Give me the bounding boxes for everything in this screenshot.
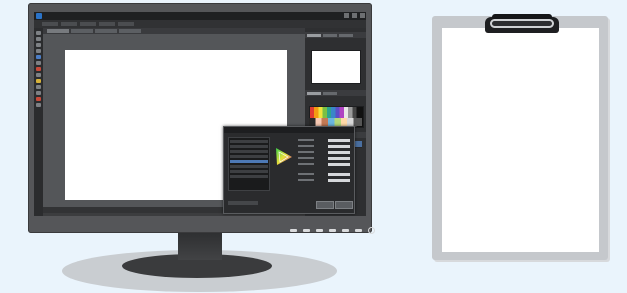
zoom-icon[interactable] <box>36 85 41 89</box>
options-bar <box>34 20 366 28</box>
color-gamut-icon <box>276 148 292 165</box>
field-input[interactable] <box>328 163 350 166</box>
clipboard-paper <box>442 28 599 252</box>
close-icon[interactable] <box>360 13 365 18</box>
field-input[interactable] <box>328 151 350 154</box>
ok-button[interactable] <box>316 201 334 209</box>
field-input[interactable] <box>328 173 350 176</box>
document-tab[interactable] <box>71 29 93 33</box>
field-input[interactable] <box>328 179 350 182</box>
option-control[interactable] <box>42 22 58 26</box>
pen-icon[interactable] <box>36 79 41 83</box>
option-control[interactable] <box>118 22 134 26</box>
settings-field <box>298 157 350 160</box>
marquee-icon[interactable] <box>36 37 41 41</box>
tab-info[interactable] <box>339 33 353 37</box>
list-item[interactable] <box>230 140 268 143</box>
window-controls <box>344 13 365 18</box>
navigator-preview[interactable] <box>311 50 361 84</box>
tab-swatches[interactable] <box>307 91 321 95</box>
list-item[interactable] <box>230 160 268 163</box>
tab-color[interactable] <box>323 91 337 95</box>
list-item[interactable] <box>230 175 268 178</box>
app-menubar <box>34 12 366 20</box>
document-tab[interactable] <box>119 29 141 33</box>
field-input[interactable] <box>328 145 350 148</box>
move-icon[interactable] <box>36 31 41 35</box>
field-input[interactable] <box>328 157 350 160</box>
illustration-scene <box>0 0 627 293</box>
dialog-title <box>224 127 354 133</box>
tab-histogram[interactable] <box>323 33 337 37</box>
text-icon[interactable] <box>36 73 41 77</box>
document-tab[interactable] <box>47 29 69 33</box>
swatches-panel-tabs <box>305 90 366 96</box>
monitor-button[interactable] <box>342 228 349 232</box>
gradient-icon[interactable] <box>36 67 41 71</box>
foreground-color-icon[interactable] <box>36 97 41 101</box>
list-item[interactable] <box>230 155 268 158</box>
settings-field <box>298 145 350 148</box>
settings-field <box>298 139 350 142</box>
field-label <box>298 151 314 153</box>
crop-icon[interactable] <box>36 49 41 53</box>
hand-icon[interactable] <box>36 91 41 95</box>
field-label <box>298 157 314 159</box>
color-swatches-row[interactable] <box>309 118 362 126</box>
monitor-button[interactable] <box>355 228 362 232</box>
toolbox <box>34 28 43 216</box>
field-label <box>298 145 314 147</box>
field-label <box>298 173 314 175</box>
document-tabs <box>43 28 309 34</box>
monitor-logo <box>218 7 238 11</box>
monitor-button[interactable] <box>290 228 297 232</box>
background-color-icon[interactable] <box>36 103 41 107</box>
field-label <box>298 179 314 181</box>
profile-list[interactable] <box>228 137 270 191</box>
option-control[interactable] <box>80 22 96 26</box>
option-control[interactable] <box>61 22 77 26</box>
monitor-button[interactable] <box>303 228 310 232</box>
monitor-button[interactable] <box>329 228 336 232</box>
navigator-panel-tabs <box>305 32 366 38</box>
field-input[interactable] <box>328 139 350 142</box>
monitor-button[interactable] <box>316 228 323 232</box>
monitor-screen <box>34 12 366 216</box>
list-item[interactable] <box>230 145 268 148</box>
field-label <box>298 163 314 165</box>
app-logo-icon <box>36 13 42 19</box>
settings-field <box>298 173 350 176</box>
color-settings-dialog <box>223 126 355 214</box>
settings-field <box>298 163 350 166</box>
monitor-control-buttons <box>290 226 380 234</box>
list-item[interactable] <box>230 170 268 173</box>
maximize-icon[interactable] <box>352 13 357 18</box>
lasso-icon[interactable] <box>36 43 41 47</box>
eraser-icon[interactable] <box>36 61 41 65</box>
cancel-button[interactable] <box>335 201 353 209</box>
dialog-option[interactable] <box>228 201 258 205</box>
field-label <box>298 139 314 141</box>
list-item[interactable] <box>230 150 268 153</box>
list-item[interactable] <box>230 165 268 168</box>
tab-navigator[interactable] <box>307 33 321 37</box>
document-tab[interactable] <box>95 29 117 33</box>
settings-field <box>298 151 350 154</box>
power-icon[interactable] <box>368 226 375 234</box>
option-control[interactable] <box>99 22 115 26</box>
minimize-icon[interactable] <box>344 13 349 18</box>
settings-field <box>298 179 350 182</box>
brush-icon[interactable] <box>36 55 41 59</box>
clipboard-clip-ring <box>490 19 554 28</box>
